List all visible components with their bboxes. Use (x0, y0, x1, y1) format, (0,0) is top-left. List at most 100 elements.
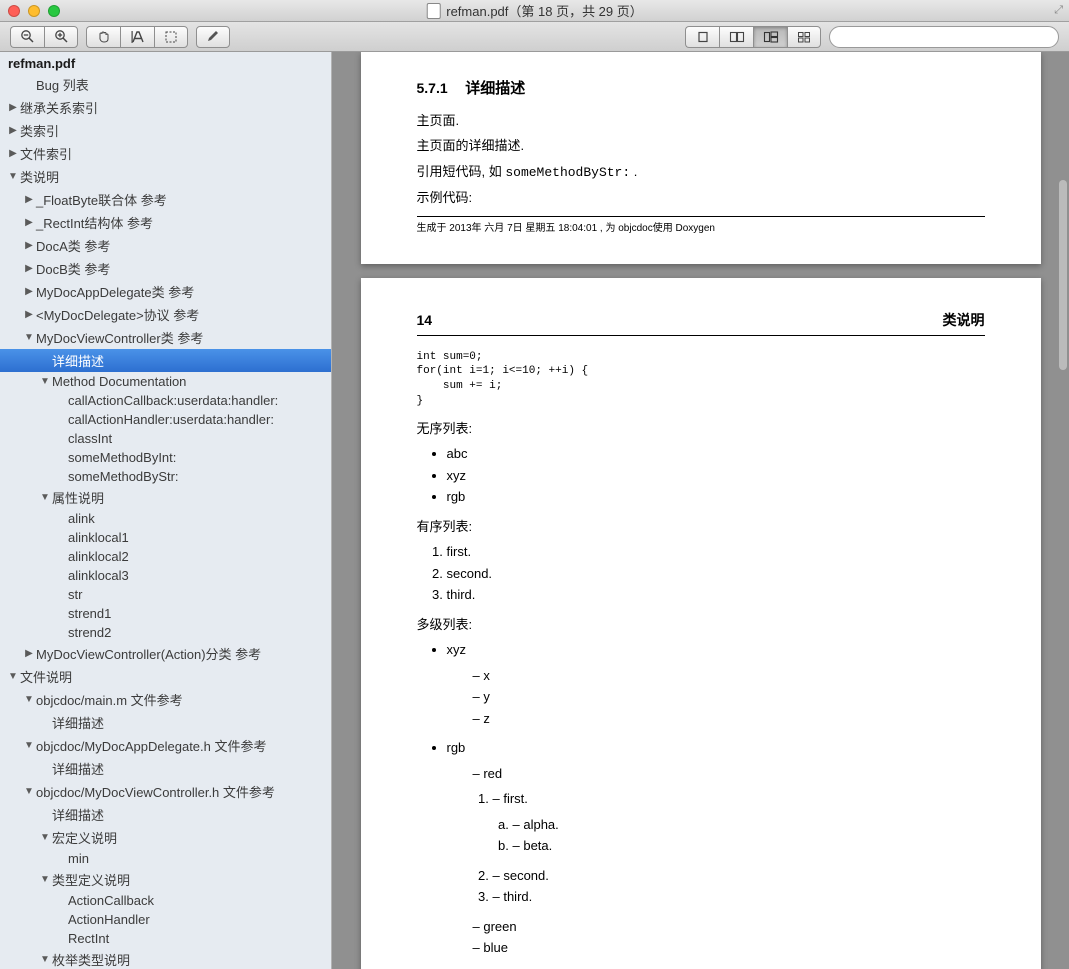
outline-item[interactable]: ▼类型定义说明 (0, 868, 331, 891)
outline-item[interactable]: str (0, 585, 331, 604)
window-titlebar: refman.pdf（第 18 页，共 29 页） ⤢ (0, 0, 1069, 22)
text-tool-button[interactable] (120, 26, 154, 48)
outline-item[interactable]: Bug 列表 (0, 73, 331, 96)
fullscreen-icon[interactable]: ⤢ (1054, 4, 1063, 17)
disclosure-triangle-icon[interactable]: ▶ (8, 125, 18, 136)
disclosure-triangle-icon[interactable]: ▶ (8, 148, 18, 159)
zoom-out-button[interactable] (10, 26, 44, 48)
outline-item[interactable]: someMethodByStr: (0, 467, 331, 486)
heading: 无序列表: (417, 419, 985, 439)
outline-item[interactable]: ▶DocB类 参考 (0, 257, 331, 280)
disclosure-triangle-icon[interactable]: ▼ (40, 832, 50, 843)
scrollbar-thumb[interactable] (1059, 180, 1067, 370)
outline-item[interactable]: strend1 (0, 604, 331, 623)
outline-item[interactable]: ▶文件索引 (0, 142, 331, 165)
disclosure-triangle-icon[interactable]: ▶ (8, 102, 18, 113)
outline-item-label: 类说明 (20, 167, 59, 186)
close-window-button[interactable] (8, 5, 20, 17)
outline-item[interactable]: ▼枚举类型说明 (0, 948, 331, 969)
outline-item[interactable]: min (0, 849, 331, 868)
outline-item[interactable]: ▶类索引 (0, 119, 331, 142)
outline-item-label: 详细描述 (52, 805, 104, 824)
outline-item[interactable]: 详细描述 (0, 803, 331, 826)
outline-item-label: _RectInt结构体 参考 (36, 213, 153, 232)
outline-item-label: alinklocal2 (68, 549, 129, 564)
outline-item[interactable]: ▶MyDocViewController(Action)分类 参考 (0, 642, 331, 665)
outline-item-label: objcdoc/MyDocAppDelegate.h 文件参考 (36, 736, 267, 755)
view-thumbnails-button[interactable] (787, 26, 821, 48)
select-tool-button[interactable] (154, 26, 188, 48)
outline-item[interactable]: ▼Method Documentation (0, 372, 331, 391)
outline-item-label: classInt (68, 431, 112, 446)
outline-item[interactable]: alink (0, 509, 331, 528)
disclosure-triangle-icon[interactable]: ▶ (24, 217, 34, 228)
disclosure-triangle-icon[interactable]: ▶ (24, 648, 34, 659)
disclosure-triangle-icon[interactable]: ▼ (8, 671, 18, 682)
section-title: 详细描述 (465, 80, 525, 97)
outline-item[interactable]: 详细描述 (0, 757, 331, 780)
outline-item[interactable]: someMethodByInt: (0, 448, 331, 467)
outline-item-label: strend2 (68, 625, 111, 640)
outline-item[interactable]: 详细描述 (0, 349, 331, 372)
outline-item-label: DocA类 参考 (36, 236, 110, 255)
outline-item[interactable]: classInt (0, 429, 331, 448)
zoom-window-button[interactable] (48, 5, 60, 17)
outline-item[interactable]: ▼类说明 (0, 165, 331, 188)
outline-item[interactable]: ▼MyDocViewController类 参考 (0, 326, 331, 349)
view-continuous-button[interactable] (753, 26, 787, 48)
hand-tool-button[interactable] (86, 26, 120, 48)
outline-item[interactable]: ▼宏定义说明 (0, 826, 331, 849)
disclosure-triangle-icon[interactable]: ▼ (24, 694, 34, 705)
outline-item[interactable]: ▶_FloatByte联合体 参考 (0, 188, 331, 211)
annotate-button[interactable] (196, 26, 230, 48)
outline-item[interactable]: ▼属性说明 (0, 486, 331, 509)
disclosure-triangle-icon[interactable]: ▶ (24, 194, 34, 205)
disclosure-triangle-icon[interactable]: ▶ (24, 309, 34, 320)
outline-sidebar[interactable]: refman.pdf Bug 列表▶继承关系索引▶类索引▶文件索引▼类说明▶_F… (0, 52, 332, 969)
outline-item-label: min (68, 851, 89, 866)
outline-item[interactable]: alinklocal3 (0, 566, 331, 585)
outline-item[interactable]: ▼objcdoc/main.m 文件参考 (0, 688, 331, 711)
zoom-in-button[interactable] (44, 26, 78, 48)
outline-item[interactable]: ▶DocA类 参考 (0, 234, 331, 257)
document-icon (426, 3, 440, 19)
disclosure-triangle-icon[interactable]: ▼ (40, 376, 50, 387)
outline-item[interactable]: 详细描述 (0, 711, 331, 734)
outline-item[interactable]: ▼objcdoc/MyDocViewController.h 文件参考 (0, 780, 331, 803)
outline-item-label: alinklocal3 (68, 568, 129, 583)
outline-item[interactable]: ActionHandler (0, 910, 331, 929)
disclosure-triangle-icon[interactable]: ▶ (24, 240, 34, 251)
outline-item[interactable]: ▶_RectInt结构体 参考 (0, 211, 331, 234)
outline-item[interactable]: ▼objcdoc/MyDocAppDelegate.h 文件参考 (0, 734, 331, 757)
minimize-window-button[interactable] (28, 5, 40, 17)
disclosure-triangle-icon[interactable]: ▼ (40, 492, 50, 503)
outline-item-label: MyDocViewController类 参考 (36, 328, 203, 347)
outline-item[interactable]: ActionCallback (0, 891, 331, 910)
outline-item[interactable]: ▶继承关系索引 (0, 96, 331, 119)
search-input[interactable] (829, 26, 1059, 48)
view-single-button[interactable] (685, 26, 719, 48)
outline-item[interactable]: callActionHandler:userdata:handler: (0, 410, 331, 429)
view-twoup-button[interactable] (719, 26, 753, 48)
outline-item[interactable]: ▼文件说明 (0, 665, 331, 688)
outline-item-label: DocB类 参考 (36, 259, 110, 278)
disclosure-triangle-icon[interactable]: ▼ (40, 874, 50, 885)
section-number: 5.7.1 (417, 78, 448, 99)
disclosure-triangle-icon[interactable]: ▶ (24, 286, 34, 297)
disclosure-triangle-icon[interactable]: ▼ (8, 171, 18, 182)
document-viewport[interactable]: 5.7.1 详细描述 主页面. 主页面的详细描述. 引用短代码, 如 someM… (332, 52, 1069, 969)
disclosure-triangle-icon[interactable]: ▼ (24, 786, 34, 797)
outline-item[interactable]: callActionCallback:userdata:handler: (0, 391, 331, 410)
outline-item[interactable]: ▶<MyDocDelegate>协议 参考 (0, 303, 331, 326)
paragraph: 引用短代码, 如 someMethodByStr: . (417, 162, 985, 183)
outline-item[interactable]: strend2 (0, 623, 331, 642)
outline-item[interactable]: ▶MyDocAppDelegate类 参考 (0, 280, 331, 303)
disclosure-triangle-icon[interactable]: ▼ (24, 332, 34, 343)
outline-item[interactable]: alinklocal1 (0, 528, 331, 547)
disclosure-triangle-icon[interactable]: ▼ (40, 954, 50, 965)
outline-item[interactable]: alinklocal2 (0, 547, 331, 566)
generation-footer: 生成于 2013年 六月 7日 星期五 18:04:01 , 为 objcdoc… (417, 216, 985, 236)
outline-item[interactable]: RectInt (0, 929, 331, 948)
disclosure-triangle-icon[interactable]: ▶ (24, 263, 34, 274)
disclosure-triangle-icon[interactable]: ▼ (24, 740, 34, 751)
